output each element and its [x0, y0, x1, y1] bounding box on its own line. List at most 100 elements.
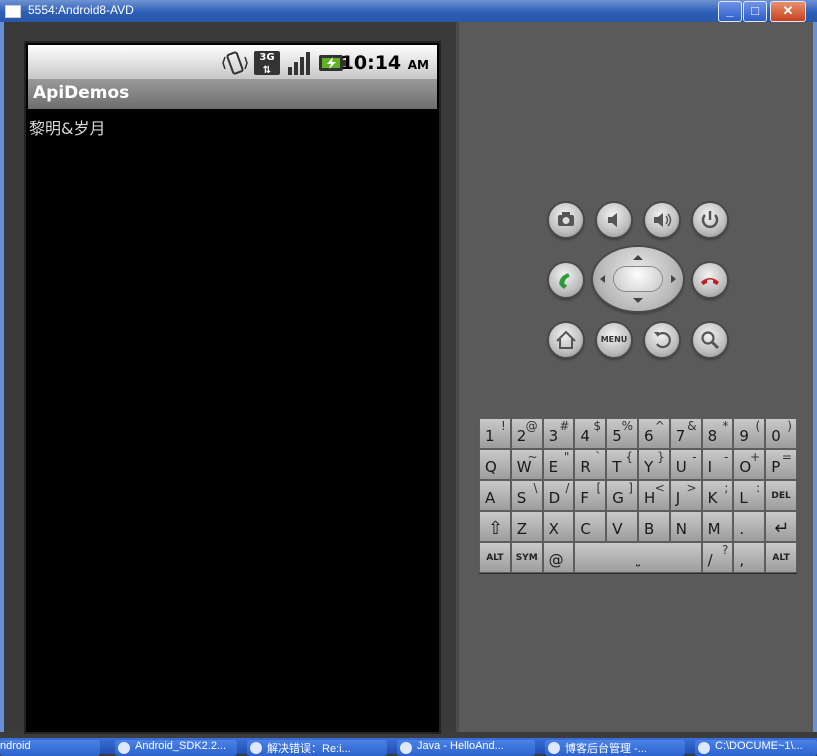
volume-up-button[interactable]	[645, 203, 679, 237]
maximize-button[interactable]: □	[743, 1, 767, 22]
key-1[interactable]: 1!	[479, 418, 511, 449]
key-alt-label: ~	[527, 450, 538, 464]
menu-label: MENU	[600, 335, 628, 344]
key-7[interactable]: 7 &	[669, 418, 702, 449]
device-screen[interactable]: 3G ⇅ 10:14 AM ApiDemos 黎明&岁月	[24, 41, 441, 734]
key-q[interactable]: Q	[479, 449, 511, 480]
key-label: ALT	[486, 553, 504, 563]
key-shift[interactable]: ⇧	[479, 511, 511, 542]
key-8[interactable]: 8 *	[701, 418, 734, 449]
key-comma[interactable]: ,	[733, 542, 766, 573]
key-v[interactable]: V	[606, 511, 638, 542]
key-f[interactable]: F[	[574, 480, 607, 511]
key-6[interactable]: 6 ^	[638, 418, 670, 449]
key-at[interactable]: @	[542, 542, 575, 573]
dpad[interactable]	[593, 247, 683, 311]
key-label: P	[771, 458, 781, 476]
key-k[interactable]: K;	[701, 480, 734, 511]
key-label: Y	[644, 458, 654, 476]
key-z[interactable]: Z	[510, 511, 543, 542]
key-slash[interactable]: /?	[701, 542, 734, 573]
key-m[interactable]: M	[701, 511, 734, 542]
key-label: T	[612, 458, 622, 476]
back-button[interactable]	[645, 323, 679, 357]
taskbar-item-label: Android_SDK2.2...	[135, 740, 227, 752]
key-b[interactable]: B	[638, 511, 670, 542]
key-r[interactable]: R `	[574, 449, 607, 480]
key-9[interactable]: 9(	[733, 418, 766, 449]
app-title: ApiDemos	[33, 83, 130, 103]
key-label: I	[707, 458, 713, 476]
call-icon	[559, 273, 570, 289]
home-icon	[556, 330, 576, 349]
key-0[interactable]: 0)	[765, 418, 797, 449]
key-4[interactable]: 4 $	[574, 418, 607, 449]
key-alt-label: "	[563, 450, 570, 464]
key-alt-label: %	[621, 419, 633, 433]
key-2[interactable]: 2 @	[510, 418, 543, 449]
app-window-icon	[5, 5, 21, 18]
search-button[interactable]	[693, 323, 727, 357]
home-button[interactable]	[549, 323, 583, 357]
hardware-keyboard: 1! 2 @3 #4 $5% 6 ^ 7 & 8 * 9(0) Q W ~ E " R ` T{Y} U - I - O + P = A…	[479, 418, 797, 574]
key-alt[interactable]: ALT	[479, 542, 511, 573]
key-e[interactable]: E "	[542, 449, 575, 480]
close-button[interactable]: ✕	[770, 1, 806, 22]
end-call-button[interactable]	[693, 263, 727, 297]
key-label: SYM	[515, 553, 538, 563]
key-t[interactable]: T{	[606, 449, 638, 480]
key-3[interactable]: 3 #	[542, 418, 575, 449]
minimize-button[interactable]: _	[718, 1, 742, 22]
key-enter[interactable]: ↵	[765, 511, 797, 542]
key-alt-label: (	[755, 419, 761, 433]
key-s[interactable]: S \	[510, 480, 543, 511]
key-label: 9	[739, 427, 749, 445]
key-l[interactable]: L:	[733, 480, 766, 511]
key-alt-label: ?	[722, 543, 729, 557]
vibrate-icon	[222, 51, 248, 75]
key-period[interactable]: .	[733, 511, 766, 542]
call-button[interactable]	[549, 263, 583, 297]
window-title: 5554:Android8-AVD	[28, 3, 134, 17]
taskbar-item-label: 博客后台管理 -...	[565, 743, 647, 755]
key-x[interactable]: X	[542, 511, 575, 542]
volume-down-button[interactable]	[597, 203, 631, 237]
key-c[interactable]: C	[574, 511, 607, 542]
key-h[interactable]: H <	[638, 480, 670, 511]
key-alt-label: $	[593, 419, 602, 433]
key-alt-label: `	[595, 450, 602, 464]
network-type: 3G	[259, 52, 275, 63]
taskbar-item-label: Java - HelloAnd...	[417, 740, 504, 752]
key-alt-label: \	[533, 481, 538, 495]
key-5[interactable]: 5%	[606, 418, 638, 449]
key-sym[interactable]: SYM	[510, 542, 543, 573]
key-del[interactable]: DEL	[765, 480, 797, 511]
window-title-bar[interactable]: 5554:Android8-AVD _ □ ✕	[0, 0, 817, 22]
key-label: 7	[675, 427, 686, 445]
key-label: K	[707, 489, 718, 507]
key-label: M	[707, 520, 721, 538]
key-d[interactable]: D /	[542, 480, 575, 511]
key-label: C	[580, 520, 591, 538]
taskbar-app-icon	[698, 742, 710, 754]
dpad-center-button[interactable]	[614, 267, 662, 291]
key-u[interactable]: U-	[669, 449, 702, 480]
key-j[interactable]: J >	[669, 480, 702, 511]
camera-button[interactable]	[549, 203, 583, 237]
key-o[interactable]: O +	[733, 449, 766, 480]
key-alt[interactable]: ALT	[765, 542, 797, 573]
status-bar[interactable]: 3G ⇅ 10:14 AM	[28, 45, 437, 79]
network-3g-icon: 3G ⇅	[254, 51, 280, 76]
key-w[interactable]: W ~	[510, 449, 543, 480]
menu-button[interactable]: MENU	[597, 323, 631, 357]
key-p[interactable]: P =	[765, 449, 797, 480]
key-space[interactable]: ⎵	[574, 542, 702, 573]
key-g[interactable]: G]	[606, 480, 638, 511]
key-a[interactable]: A	[479, 480, 511, 511]
key-n[interactable]: N	[669, 511, 702, 542]
status-time: 10:14 AM	[341, 52, 429, 74]
power-button[interactable]	[693, 203, 727, 237]
key-y[interactable]: Y}	[638, 449, 670, 480]
key-i[interactable]: I-	[701, 449, 734, 480]
key-alt-label: ;	[724, 481, 729, 495]
